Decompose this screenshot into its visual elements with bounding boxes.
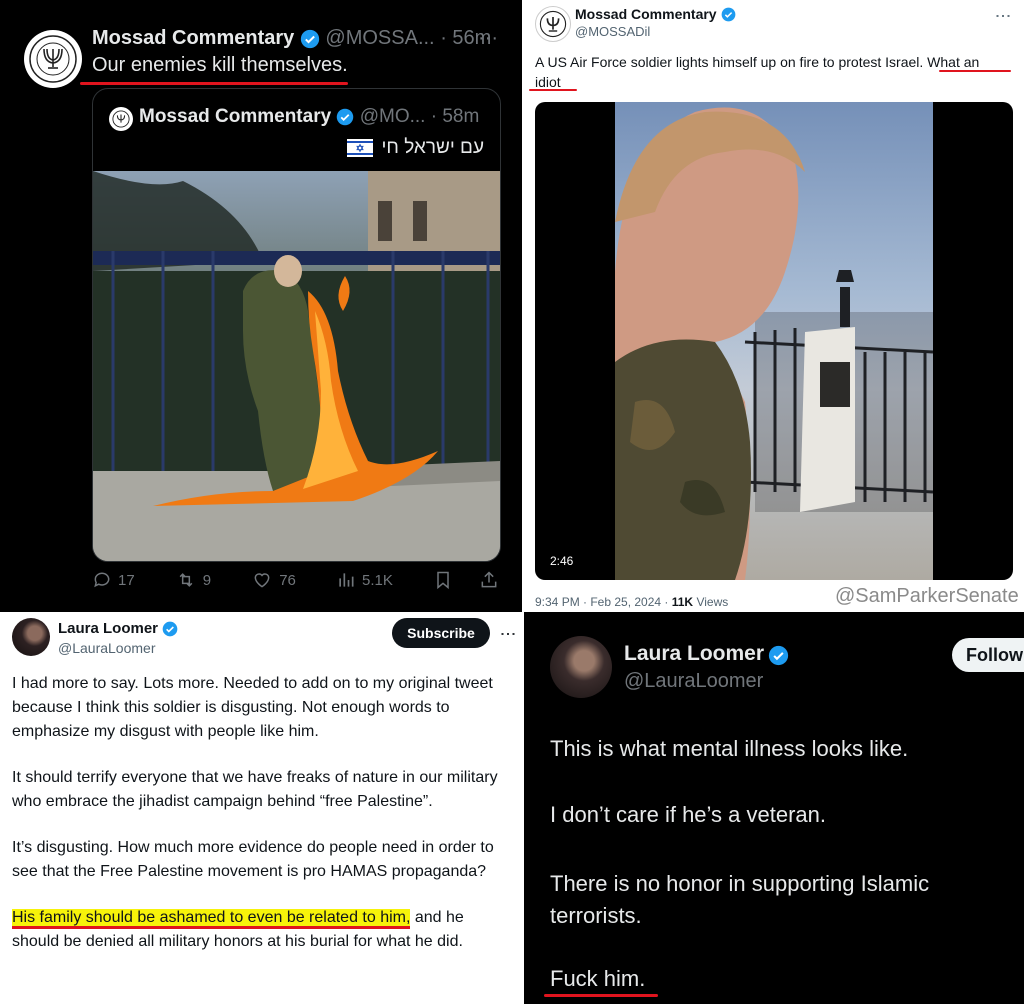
reply-count: 17	[118, 571, 135, 589]
tweet-paragraph: It should terrify everyone that we have …	[12, 769, 498, 810]
tweet-paragraph: I had more to say. Lots more. Needed to …	[12, 675, 493, 740]
tweet-line: I don’t care if he’s a veteran.	[550, 802, 826, 827]
share-icon[interactable]	[479, 569, 499, 591]
menorah-seal-icon	[539, 10, 567, 38]
highlighted-text: His family should be ashamed to even be …	[12, 909, 411, 929]
follow-button[interactable]: Follow	[952, 638, 1024, 672]
red-underline	[80, 82, 348, 85]
repost-icon	[179, 573, 193, 587]
author-name[interactable]: Mossad Commentary	[575, 6, 717, 22]
tweet-panel-mossad-dark: Mossad Commentary @MOSSA... · 56m ··· Ou…	[0, 0, 522, 612]
author-handle[interactable]: @MOSSA...	[325, 27, 434, 49]
views-button[interactable]: 5.1K	[336, 570, 393, 590]
soldier-portrait-illustration	[615, 107, 933, 580]
quote-author-name[interactable]: Mossad Commentary	[139, 106, 331, 127]
video-duration: 2:46	[547, 553, 577, 569]
tweet-line: There is no honor in supporting Islamic …	[550, 871, 930, 928]
bookmark-icon[interactable]	[433, 569, 453, 591]
verified-badge-icon	[337, 108, 354, 126]
menorah-seal-icon	[29, 35, 77, 83]
avatar[interactable]	[12, 618, 50, 656]
like-button[interactable]: 76	[251, 570, 296, 590]
video-frame-soldier	[615, 102, 933, 580]
tweet-paragraph: It’s disgusting. How much more evidence …	[12, 839, 494, 880]
more-options-icon[interactable]: ⋮	[498, 626, 518, 642]
tweet-panel-mossad-light: Mossad Commentary @MOSSADil ⋮ A US Air F…	[522, 0, 1024, 612]
quote-avatar[interactable]	[109, 107, 133, 131]
watermark: @SamParkerSenate	[835, 585, 1019, 607]
tweet-text: Our enemies kill themselves.	[92, 54, 348, 76]
view-count: 11K	[671, 595, 694, 609]
tweet-line: Fuck him.	[550, 966, 646, 991]
tweet-text: A US Air Force soldier lights himself up…	[535, 54, 980, 90]
verified-badge-icon	[769, 646, 789, 666]
red-underline	[529, 89, 577, 91]
quote-text: עם ישראל חי	[381, 137, 484, 158]
soldier-fire-illustration	[93, 171, 500, 561]
verified-badge-icon	[163, 621, 178, 637]
tweet-panel-loomer-light: Laura Loomer @LauraLoomer Subscribe ⋮ I …	[0, 612, 522, 1004]
reply-icon	[94, 572, 110, 588]
quoted-tweet[interactable]: Mossad Commentary @MO... · 58m עם ישראל …	[92, 88, 501, 562]
repost-count: 9	[202, 571, 212, 589]
repost-button[interactable]: 9	[175, 570, 211, 590]
quote-post-time[interactable]: · 58m	[431, 106, 480, 127]
author-name[interactable]: Laura Loomer	[58, 620, 158, 637]
verified-badge-icon	[300, 29, 320, 48]
tweet-paragraph: His family should be ashamed to even be …	[12, 909, 464, 950]
israel-flag-icon	[347, 139, 374, 157]
tweet-panel-loomer-dark: Laura Loomer @LauraLoomer Follow This is…	[524, 612, 1024, 1004]
avatar[interactable]	[535, 6, 571, 42]
avatar[interactable]	[550, 636, 612, 698]
author-name[interactable]: Mossad Commentary	[92, 27, 294, 49]
heart-icon	[254, 573, 270, 588]
views-chart-icon	[339, 573, 354, 587]
avatar[interactable]	[24, 30, 82, 88]
like-count: 76	[279, 571, 296, 589]
more-options-icon[interactable]: ···	[478, 27, 498, 50]
author-handle[interactable]: @LauraLoomer	[58, 640, 156, 656]
author-name[interactable]: Laura Loomer	[624, 642, 764, 665]
post-datetime[interactable]: 9:34 PM · Feb 25, 2024 ·	[535, 595, 672, 609]
subscribe-button[interactable]: Subscribe	[392, 618, 490, 648]
view-count: 5.1K	[362, 571, 393, 589]
verified-badge-icon	[721, 7, 736, 22]
red-underline	[544, 994, 658, 997]
author-handle[interactable]: @MOSSADil	[575, 24, 650, 39]
reply-button[interactable]: 17	[92, 570, 135, 590]
video-player[interactable]: 2:46	[535, 102, 1013, 580]
red-underline	[939, 70, 1011, 72]
tweet-photo-soldier-fire[interactable]	[93, 171, 500, 561]
menorah-seal-icon	[112, 110, 130, 128]
author-handle[interactable]: @LauraLoomer	[624, 670, 763, 693]
quote-author-handle[interactable]: @MO...	[360, 106, 426, 127]
tweet-line: This is what mental illness looks like.	[550, 736, 909, 761]
more-options-icon[interactable]: ⋮	[993, 8, 1013, 24]
